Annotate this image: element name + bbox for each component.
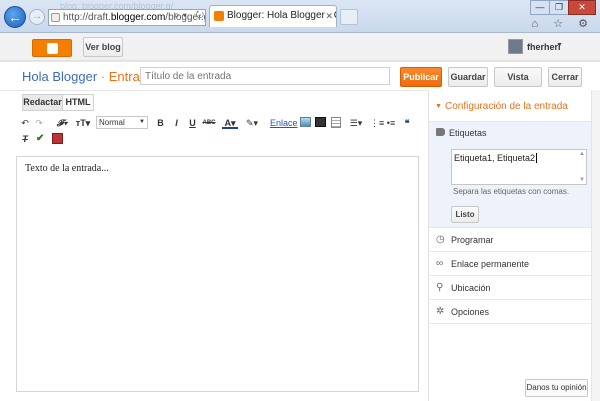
post-title-input[interactable]: [140, 67, 390, 85]
format-select[interactable]: Normal ▼: [96, 116, 148, 129]
labels-input[interactable]: Etiqueta1, Etiqueta2 ▲ ▼: [451, 149, 587, 185]
save-button[interactable]: Guardar: [448, 67, 488, 87]
address-prefix: http://draft.: [63, 12, 111, 23]
minimize-button[interactable]: —: [530, 0, 550, 15]
blogger-logo-icon: [47, 43, 58, 54]
done-button[interactable]: Listo: [451, 206, 479, 223]
italic-button[interactable]: I: [172, 117, 181, 129]
font-family-icon[interactable]: 𝓕▾: [54, 117, 70, 129]
post-settings-heading: ▼ Configuración de la entrada: [429, 98, 592, 116]
blogger-favicon-icon: [214, 11, 224, 21]
link-button[interactable]: Enlace: [270, 117, 298, 129]
address-domain: blogger.com: [110, 12, 166, 23]
post-title-bar: Hola Blogger · Entrada Publicar Guardar …: [0, 62, 600, 100]
blogger-header: Ver blog fherheri ▼: [0, 33, 600, 61]
gear-icon: ✲: [436, 306, 445, 317]
clear-format-icon[interactable]: T: [20, 133, 30, 145]
font-size-icon[interactable]: тT▾: [74, 117, 92, 129]
bold-button[interactable]: B: [156, 117, 165, 129]
avatar[interactable]: [508, 39, 523, 54]
link-icon: ∞: [436, 258, 444, 269]
format-select-value: Normal: [99, 118, 125, 127]
triangle-down-icon: ▼: [435, 103, 442, 110]
labels-section: Etiquetas Etiqueta1, Etiqueta2 ▲ ▼ Separ…: [429, 121, 592, 228]
breadcrumb-separator: ·: [100, 69, 106, 84]
post-settings-panel: ▼ Configuración de la entrada Etiquetas …: [428, 90, 592, 401]
settings-item-label: Ubicación: [451, 283, 491, 293]
pin-icon: ⚲: [436, 282, 444, 293]
breadcrumb: Hola Blogger · Entrada: [22, 69, 154, 84]
window-controls: — ❐ ✕: [530, 0, 596, 15]
preview-button[interactable]: Vista previa: [494, 67, 542, 100]
settings-item-options[interactable]: ✲ Opciones: [429, 300, 592, 324]
browser-chrome: blog: blogger.com/blogger.g/ ← → http://…: [0, 0, 600, 33]
post-body-editor[interactable]: Texto de la entrada...: [16, 156, 419, 392]
numbered-list-icon[interactable]: ⋮≡: [370, 117, 384, 129]
quote-icon[interactable]: ❝: [402, 117, 412, 129]
tab-close-icon[interactable]: ✕: [325, 6, 333, 26]
new-tab-button[interactable]: [340, 9, 358, 25]
browser-tools-icons[interactable]: ⌂ ☆ ⚙: [532, 17, 594, 30]
address-bar-icons[interactable]: ⌕▾ ↻: [174, 10, 207, 21]
settings-item-label: Enlace permanente: [451, 259, 530, 269]
align-icon[interactable]: ☰▾: [348, 117, 364, 129]
tab-html[interactable]: HTML: [62, 94, 94, 111]
labels-value: Etiqueta1, Etiqueta2: [454, 153, 536, 163]
labels-hint: Separa las etiquetas con comas.: [453, 187, 570, 196]
tag-icon: [436, 128, 445, 136]
scroll-up-icon[interactable]: ▲: [579, 151, 585, 157]
back-button[interactable]: ←: [4, 6, 26, 28]
window-close-button[interactable]: ✕: [568, 0, 596, 15]
settings-item-label: Opciones: [451, 307, 490, 317]
maximize-button[interactable]: ❐: [549, 0, 569, 15]
insert-image-icon[interactable]: [300, 117, 311, 127]
breadcrumb-blog[interactable]: Hola Blogger: [22, 69, 97, 84]
insert-video-icon[interactable]: [315, 117, 326, 127]
page-favicon-icon: [51, 13, 60, 22]
forward-button[interactable]: →: [29, 9, 45, 25]
tab-compose[interactable]: Redactar: [22, 94, 63, 111]
strikethrough-button[interactable]: ABC: [202, 117, 216, 129]
settings-item-location[interactable]: ⚲ Ubicación: [429, 276, 592, 300]
scroll-down-icon[interactable]: ▼: [579, 177, 585, 183]
editor-area: Redactar HTML ↶ ↷ 𝓕▾ тT▾ Normal ▼ B I U …: [0, 90, 428, 401]
jump-break-icon[interactable]: [331, 117, 341, 128]
underline-button[interactable]: U: [188, 117, 197, 129]
redo-icon[interactable]: ↷: [34, 117, 44, 129]
view-blog-button[interactable]: Ver blog: [83, 37, 123, 57]
close-post-button[interactable]: Cerrar: [548, 67, 582, 87]
spellcheck-icon[interactable]: ✔: [36, 133, 47, 144]
blogger-home-button[interactable]: [32, 39, 72, 57]
input-tools-icon[interactable]: [52, 133, 63, 144]
settings-item-permalink[interactable]: ∞ Enlace permanente: [429, 252, 592, 276]
chevron-down-icon: ▼: [139, 119, 145, 125]
page-scrollbar[interactable]: [591, 90, 600, 401]
format-toolbar: ↶ ↷ 𝓕▾ тT▾ Normal ▼ B I U ABC A▾ ✎▾ Enla…: [18, 115, 428, 149]
undo-icon[interactable]: ↶: [20, 117, 30, 129]
clock-icon: ◷: [436, 234, 445, 245]
browser-tab-active[interactable]: Blogger: Hola Blogger - Cre... ✕: [209, 5, 337, 27]
settings-item-label: Programar: [451, 235, 494, 245]
post-settings-title: Configuración de la entrada: [445, 101, 568, 112]
bullet-list-icon[interactable]: •≡: [386, 117, 396, 129]
highlight-color-icon[interactable]: ✎▾: [244, 117, 260, 129]
text-color-icon[interactable]: A▾: [222, 117, 238, 129]
feedback-button[interactable]: Danos tu opinión: [525, 379, 588, 397]
publish-button[interactable]: Publicar: [400, 67, 442, 87]
tab-title: Blogger: Hola Blogger - Cre...: [227, 10, 336, 21]
chevron-down-icon[interactable]: ▼: [556, 42, 563, 49]
settings-item-schedule[interactable]: ◷ Programar: [429, 228, 592, 252]
labels-title[interactable]: Etiquetas: [449, 128, 487, 138]
